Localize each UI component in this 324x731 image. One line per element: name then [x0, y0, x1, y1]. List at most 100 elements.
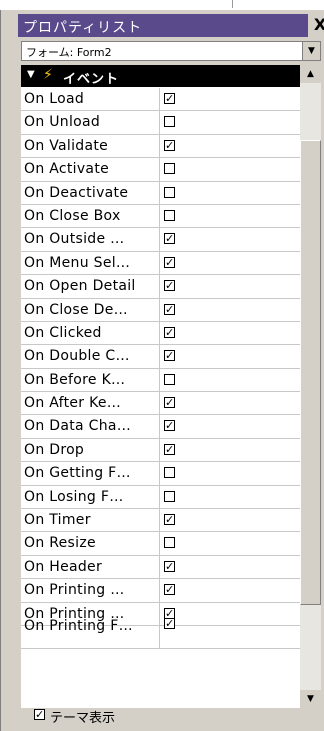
event-checkbox[interactable]: ✓ — [164, 93, 175, 104]
event-checkbox[interactable]: ✓ — [164, 139, 175, 151]
theme-label: テーマ表示 — [50, 711, 116, 726]
column-divider — [159, 392, 160, 415]
form-select-value: フォーム: Form2 — [26, 46, 112, 59]
lightning-icon: ⚡ — [43, 67, 53, 83]
event-row[interactable]: On Header ✓ — [21, 555, 300, 580]
event-name: On Timer — [24, 512, 91, 529]
event-checkbox[interactable]: ✓ — [164, 350, 175, 362]
column-divider — [159, 555, 160, 579]
event-row[interactable]: On Losing F… — [21, 485, 300, 510]
event-checkbox[interactable]: ✓ — [164, 514, 175, 526]
event-row[interactable]: On Unload — [21, 111, 300, 135]
event-row[interactable]: On Menu Sel… ✓ — [21, 251, 300, 276]
column-divider — [159, 602, 160, 625]
event-name: On Double C… — [24, 348, 130, 365]
event-checkbox[interactable] — [164, 209, 175, 221]
event-row[interactable]: On Drop ✓ — [21, 438, 300, 463]
event-row[interactable]: On Deactivate — [21, 181, 300, 205]
event-row[interactable]: On Close Box — [21, 204, 300, 229]
column-divider — [159, 625, 160, 649]
event-name: On Close De… — [24, 301, 128, 318]
event-name: On Before K… — [24, 371, 126, 388]
palette-titlebar[interactable]: プロパティリスト X — [18, 14, 324, 37]
event-row[interactable]: On Getting F… — [21, 462, 300, 486]
event-row[interactable]: On Activate — [21, 158, 300, 182]
column-divider — [159, 134, 160, 158]
column-divider — [159, 485, 160, 509]
event-row[interactable]: On Data Cha… ✓ — [21, 415, 300, 439]
event-name: On Validate — [24, 137, 109, 154]
event-row[interactable]: On Clicked ✓ — [21, 321, 300, 346]
event-checkbox[interactable]: ✓ — [164, 617, 175, 629]
triangle-down-icon[interactable]: ▼ — [27, 69, 35, 80]
event-checkbox[interactable]: ✓ — [164, 443, 175, 455]
event-row[interactable]: On After Ke… ✓ — [21, 392, 300, 416]
column-divider — [159, 181, 160, 204]
event-name: On Menu Sel… — [24, 254, 131, 271]
event-name: On Drop — [24, 441, 85, 458]
event-row[interactable]: On Before K… — [21, 368, 300, 393]
column-divider — [159, 368, 160, 392]
event-checkbox[interactable] — [164, 490, 175, 502]
scroll-down-arrow-icon[interactable]: ▼ — [300, 690, 321, 708]
event-checkbox[interactable] — [164, 186, 175, 198]
column-divider — [159, 251, 160, 275]
event-checkbox[interactable] — [164, 163, 175, 175]
column-divider — [159, 298, 160, 321]
event-checkbox[interactable]: ✓ — [164, 280, 175, 292]
event-name: On Printing F… — [24, 617, 133, 634]
event-checkbox[interactable]: ✓ — [164, 256, 175, 268]
event-name: On Load — [24, 91, 85, 107]
event-row[interactable]: On Printing … ✓ — [21, 579, 300, 603]
column-divider — [159, 275, 160, 298]
event-row[interactable]: On Outside … ✓ — [21, 228, 300, 252]
event-row[interactable]: On Double C… ✓ — [21, 345, 300, 369]
event-checkbox[interactable]: ✓ — [164, 584, 175, 596]
form-select[interactable]: フォーム: Form2 ▼ — [21, 41, 321, 61]
event-checkbox[interactable]: ✓ — [164, 303, 175, 315]
close-button[interactable]: X — [308, 14, 324, 37]
column-divider — [159, 532, 160, 555]
scroll-up-arrow-icon[interactable]: ▲ — [300, 65, 321, 83]
column-divider — [159, 228, 160, 251]
event-name: On After Ke… — [24, 395, 122, 412]
event-checkbox[interactable]: ✓ — [164, 233, 175, 245]
event-name: On Activate — [24, 161, 110, 178]
chevron-down-icon[interactable]: ▼ — [302, 42, 320, 60]
event-checkbox[interactable] — [164, 373, 175, 385]
event-checkbox[interactable] — [164, 116, 175, 128]
event-name: On Data Cha… — [24, 418, 132, 435]
column-divider — [159, 88, 160, 111]
event-name: On Outside … — [24, 231, 125, 248]
event-row[interactable]: On Close De… ✓ — [21, 298, 300, 322]
events-section-header[interactable]: ▼ ⚡ イベント — [21, 65, 300, 87]
event-checkbox[interactable] — [164, 537, 175, 549]
event-row[interactable]: On Load ✓ — [21, 88, 300, 112]
event-checkbox[interactable] — [164, 467, 175, 479]
vertical-scrollbar[interactable]: ▲ ▼ — [300, 65, 321, 708]
event-name: On Printing … — [24, 582, 125, 599]
event-checkbox[interactable]: ✓ — [164, 326, 175, 338]
theme-checkbox[interactable]: ✓ — [34, 709, 45, 720]
event-name: On Close Box — [24, 207, 121, 224]
event-name: On Open Detail — [24, 278, 136, 295]
event-row[interactable]: On Validate ✓ — [21, 134, 300, 159]
column-divider — [159, 415, 160, 438]
event-row[interactable]: On Resize — [21, 532, 300, 556]
event-row[interactable]: On Open Detail ✓ — [21, 275, 300, 299]
event-row[interactable]: On Printing F… ✓ — [21, 617, 300, 650]
event-rows: On Load ✓ On Unload On Validate ✓ On Activate… — [21, 88, 300, 650]
event-row[interactable]: On Timer ✓ — [21, 509, 300, 533]
event-checkbox[interactable]: ✓ — [164, 420, 175, 432]
event-name: On Unload — [24, 114, 101, 131]
event-checkbox[interactable]: ✓ — [164, 560, 175, 572]
column-divider — [159, 204, 160, 228]
column-divider — [159, 345, 160, 368]
ruler-tick — [232, 0, 233, 8]
scrollbar-thumb[interactable] — [300, 140, 321, 605]
column-divider — [159, 509, 160, 532]
event-name: On Resize — [24, 535, 96, 552]
event-checkbox[interactable]: ✓ — [164, 397, 175, 409]
column-divider — [159, 321, 160, 345]
event-name: On Header — [24, 558, 103, 575]
